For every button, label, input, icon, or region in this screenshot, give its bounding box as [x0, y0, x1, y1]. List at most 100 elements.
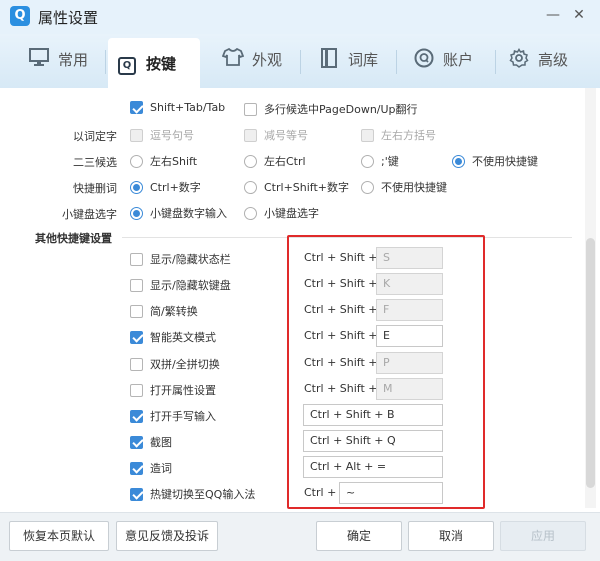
- second-third-semicolon-radio[interactable]: ;'键: [361, 153, 399, 169]
- hotkey-row-smart-english: 智能英文模式 Ctrl + Shift + E: [130, 325, 460, 347]
- tab-lexicon[interactable]: 词库: [310, 38, 386, 80]
- second-third-label: 二三候选: [73, 156, 117, 169]
- radio[interactable]: [244, 180, 257, 194]
- hotkey-combo-prefix: Ctrl + Shift +: [304, 251, 378, 264]
- tab-account[interactable]: 账户: [405, 38, 481, 80]
- hotkey-toggle[interactable]: 打开手写输入: [130, 408, 216, 424]
- radio[interactable]: [361, 154, 374, 168]
- hotkey-key-field[interactable]: S: [376, 247, 443, 269]
- footer-bar: 恢复本页默认 意见反馈及投诉 确定 取消 应用: [0, 512, 600, 561]
- tab-divider: [105, 50, 106, 74]
- word-select-minus-equal[interactable]: 减号等号: [244, 127, 308, 143]
- quick-delete-label: 快捷删词: [73, 182, 117, 195]
- app-logo-icon: Q: [10, 6, 30, 26]
- tab-appearance[interactable]: 外观: [214, 38, 290, 80]
- shirt-icon: [221, 47, 245, 70]
- hotkey-key-field[interactable]: K: [376, 273, 443, 295]
- hotkey-toggle[interactable]: 打开属性设置: [130, 382, 216, 398]
- word-select-comma-period[interactable]: 逗号句号: [130, 127, 194, 143]
- hotkey-row-create-word: 造词 Ctrl + Alt + =: [130, 456, 460, 478]
- numpad-digit-input-radio[interactable]: 小键盘数字输入: [130, 205, 227, 221]
- tab-label: 账户: [443, 50, 474, 69]
- radio[interactable]: [130, 154, 143, 168]
- hotkey-toggle[interactable]: 双拼/全拼切换: [130, 356, 220, 372]
- second-third-ctrl-radio[interactable]: 左右Ctrl: [244, 153, 306, 169]
- word-select-label: 以词定字: [73, 130, 117, 143]
- radio[interactable]: [452, 154, 465, 168]
- monitor-icon: [28, 48, 50, 70]
- restore-default-button[interactable]: 恢复本页默认: [9, 521, 109, 551]
- window-title: 属性设置: [38, 9, 99, 27]
- tab-advanced[interactable]: 高级: [500, 38, 576, 80]
- checkbox[interactable]: [130, 101, 143, 114]
- hotkey-key-field[interactable]: F: [376, 299, 443, 321]
- cancel-button[interactable]: 取消: [408, 521, 494, 551]
- hotkey-toggle[interactable]: 智能英文模式: [130, 329, 216, 345]
- checkbox[interactable]: [244, 102, 257, 116]
- scrollbar-thumb[interactable]: [586, 238, 595, 488]
- quick-delete-ctrl-shift-radio[interactable]: Ctrl+Shift+数字: [244, 179, 349, 195]
- hotkey-toggle[interactable]: 截图: [130, 434, 172, 450]
- checkbox[interactable]: [361, 128, 374, 142]
- hotkey-combo-prefix: Ctrl + Shift +: [304, 356, 378, 369]
- hotkey-combo-prefix: Ctrl + Shift +: [304, 382, 378, 395]
- checkbox[interactable]: [130, 128, 143, 142]
- scrollbar[interactable]: [585, 88, 596, 508]
- hotkey-key-field[interactable]: M: [376, 378, 443, 400]
- hotkey-combo-prefix: Ctrl + Shift +: [304, 277, 378, 290]
- close-button[interactable]: ✕: [570, 6, 588, 24]
- radio[interactable]: [130, 206, 143, 220]
- hotkey-toggle[interactable]: 简/繁转换: [130, 303, 198, 319]
- account-icon: [413, 48, 435, 70]
- hotkey-combo-prefix: Ctrl +: [304, 486, 337, 499]
- tab-divider: [495, 50, 496, 74]
- tab-label: 词库: [348, 50, 379, 69]
- radio[interactable]: [244, 206, 257, 220]
- hotkey-combo-prefix: Ctrl + Shift +: [304, 303, 378, 316]
- settings-content: Shift+Tab/Tab 多行候选中PageDown/Up翻行 以词定字 逗号…: [0, 88, 600, 512]
- checkbox[interactable]: [244, 128, 257, 142]
- second-third-shift-radio[interactable]: 左右Shift: [130, 153, 197, 169]
- multiline-pagedown-option[interactable]: 多行候选中PageDown/Up翻行: [244, 101, 418, 117]
- tab-keys[interactable]: Q 按键: [108, 38, 200, 88]
- tab-label: 高级: [538, 50, 569, 69]
- apply-button[interactable]: 应用: [500, 521, 586, 551]
- hotkey-row-simplified-traditional: 简/繁转换 Ctrl + Shift + F: [130, 299, 460, 321]
- other-hotkeys-title: 其他快捷键设置: [35, 232, 112, 245]
- hotkey-key-field[interactable]: Ctrl + Shift + B: [303, 404, 443, 426]
- hotkey-toggle[interactable]: 显示/隐藏状态栏: [130, 251, 231, 267]
- book-icon: [318, 48, 340, 70]
- tab-bar: 常用 Q 按键 外观 词库 账户 高级: [0, 34, 600, 88]
- numpad-select-radio[interactable]: 小键盘选字: [244, 205, 319, 221]
- hotkey-toggle[interactable]: 热键切换至QQ输入法: [130, 486, 255, 502]
- key-icon: Q: [116, 52, 138, 75]
- tab-label: 按键: [146, 54, 177, 73]
- tab-divider: [396, 50, 397, 74]
- hotkey-key-field[interactable]: E: [376, 325, 443, 347]
- hotkey-row-pinyin-switch: 双拼/全拼切换 Ctrl + Shift + P: [130, 352, 460, 374]
- tab-general[interactable]: 常用: [20, 38, 96, 80]
- hotkey-toggle[interactable]: 造词: [130, 460, 172, 476]
- radio[interactable]: [244, 154, 257, 168]
- hotkey-key-field[interactable]: ~: [339, 482, 443, 504]
- hotkey-row-statusbar: 显示/隐藏状态栏 Ctrl + Shift + S: [130, 247, 460, 269]
- hotkey-row-open-settings: 打开属性设置 Ctrl + Shift + M: [130, 378, 460, 400]
- shift-tab-option[interactable]: Shift+Tab/Tab: [130, 101, 225, 114]
- hotkey-key-field[interactable]: Ctrl + Alt + =: [303, 456, 443, 478]
- minimize-button[interactable]: —: [544, 6, 562, 24]
- hotkey-toggle[interactable]: 显示/隐藏软键盘: [130, 277, 231, 293]
- hotkey-combo-prefix: Ctrl + Shift +: [304, 329, 378, 342]
- ok-button[interactable]: 确定: [316, 521, 402, 551]
- hotkey-key-field[interactable]: Ctrl + Shift + Q: [303, 430, 443, 452]
- gear-icon: [508, 48, 530, 70]
- hotkey-row-handwriting: 打开手写输入 Ctrl + Shift + B: [130, 404, 460, 426]
- hotkey-key-field[interactable]: P: [376, 352, 443, 374]
- quick-delete-none-radio[interactable]: 不使用快捷键: [361, 179, 447, 195]
- feedback-button[interactable]: 意见反馈及投诉: [116, 521, 218, 551]
- second-third-none-radio[interactable]: 不使用快捷键: [452, 153, 538, 169]
- radio[interactable]: [130, 180, 143, 194]
- quick-delete-ctrl-radio[interactable]: Ctrl+数字: [130, 179, 201, 195]
- radio[interactable]: [361, 180, 374, 194]
- word-select-brackets[interactable]: 左右方括号: [361, 127, 436, 143]
- section-divider: [122, 237, 572, 238]
